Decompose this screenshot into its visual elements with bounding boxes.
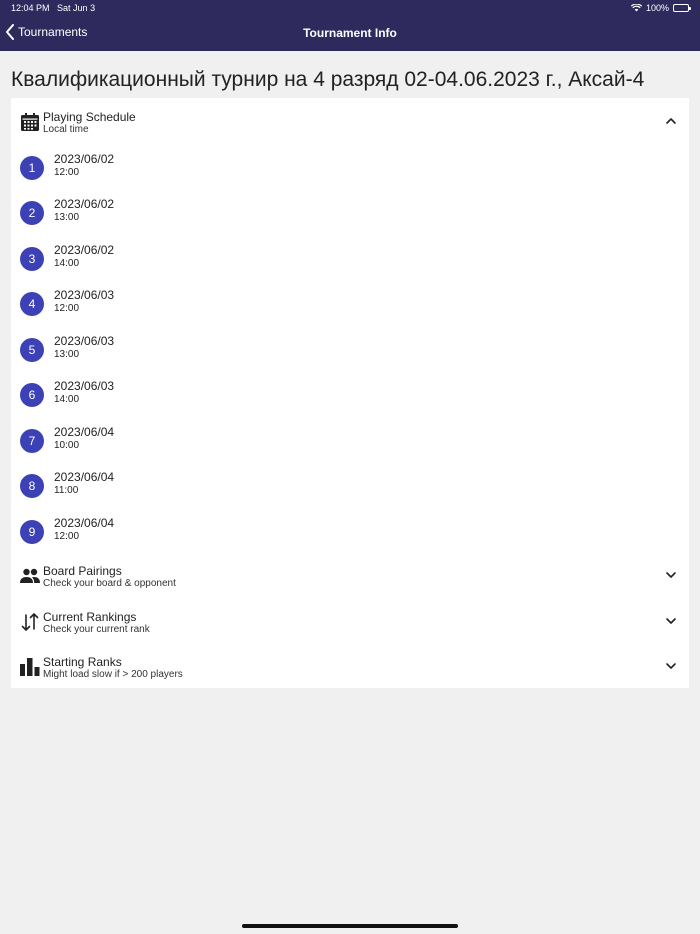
round-time: 12:00	[54, 531, 80, 542]
round-time: 12:00	[54, 167, 80, 178]
tournament-card: Playing Schedule Local time 1 2023/06/02…	[11, 98, 689, 688]
round-date: 2023/06/03	[54, 288, 115, 302]
round-number-badge: 7	[20, 429, 44, 453]
chevron-down-icon	[666, 572, 676, 578]
battery-icon	[673, 4, 691, 12]
page-title: Квалификационный турнир на 4 разряд 02-0…	[11, 68, 645, 91]
section-subtitle: Check your board & opponent	[43, 578, 176, 589]
section-board-pairings[interactable]: Board Pairings Check your board & oppone…	[11, 554, 689, 594]
round-date: 2023/06/03	[54, 334, 115, 348]
section-starting-ranks[interactable]: Starting Ranks Might load slow if > 200 …	[11, 645, 689, 685]
chevron-down-icon	[666, 618, 676, 624]
round-number-badge: 8	[20, 474, 44, 498]
section-title: Current Rankings	[43, 610, 137, 624]
round-item-1: 1 2023/06/02 12:00	[11, 152, 689, 197]
section-title: Playing Schedule	[43, 110, 136, 124]
round-date: 2023/06/02	[54, 197, 115, 211]
round-item-3: 3 2023/06/02 14:00	[11, 243, 689, 288]
round-item-7: 7 2023/06/04 10:00	[11, 425, 689, 470]
round-date: 2023/06/03	[54, 379, 115, 393]
round-date: 2023/06/04	[54, 425, 115, 439]
people-icon	[20, 568, 40, 583]
bar-chart-icon	[20, 658, 40, 676]
nav-bar: Tournaments Tournament Info	[0, 16, 700, 51]
chevron-up-icon	[666, 118, 676, 124]
section-title: Board Pairings	[43, 564, 122, 578]
round-number-badge: 5	[20, 338, 44, 362]
battery-percent: 100%	[645, 3, 669, 13]
chevron-down-icon	[666, 663, 676, 669]
status-bar: 12:04 PM Sat Jun 3 100%	[0, 0, 700, 16]
round-number-badge: 3	[20, 247, 44, 271]
round-time: 13:00	[54, 212, 80, 223]
round-number-badge: 9	[20, 520, 44, 544]
round-item-5: 5 2023/06/03 13:00	[11, 334, 689, 379]
round-number-badge: 6	[20, 383, 44, 407]
section-playing-schedule[interactable]: Playing Schedule Local time	[11, 100, 689, 140]
calendar-icon	[21, 113, 39, 131]
round-number-badge: 2	[20, 201, 44, 225]
status-time: 12:04 PM Sat Jun 3	[11, 3, 96, 13]
nav-title: Tournament Info	[303, 26, 397, 40]
round-date: 2023/06/04	[54, 470, 115, 484]
section-subtitle: Check your current rank	[43, 624, 150, 635]
sort-arrows-icon	[21, 613, 39, 631]
home-indicator[interactable]	[242, 924, 458, 928]
wifi-icon	[630, 4, 642, 12]
round-item-8: 8 2023/06/04 11:00	[11, 470, 689, 515]
round-date: 2023/06/04	[54, 516, 115, 530]
section-subtitle: Local time	[43, 124, 89, 135]
round-time: 14:00	[54, 394, 80, 405]
round-time: 11:00	[54, 485, 79, 496]
round-time: 10:00	[54, 440, 80, 451]
round-date: 2023/06/02	[54, 243, 115, 257]
round-item-6: 6 2023/06/03 14:00	[11, 379, 689, 424]
section-subtitle: Might load slow if > 200 players	[43, 669, 183, 680]
status-right: 100%	[630, 3, 691, 13]
round-time: 13:00	[54, 349, 80, 360]
round-item-2: 2 2023/06/02 13:00	[11, 197, 689, 242]
round-time: 14:00	[54, 258, 80, 269]
section-title: Starting Ranks	[43, 655, 122, 669]
round-number-badge: 4	[20, 292, 44, 316]
round-item-4: 4 2023/06/03 12:00	[11, 288, 689, 333]
round-time: 12:00	[54, 303, 80, 314]
section-current-rankings[interactable]: Current Rankings Check your current rank	[11, 600, 689, 640]
round-number-badge: 1	[20, 156, 44, 180]
round-date: 2023/06/02	[54, 152, 115, 166]
